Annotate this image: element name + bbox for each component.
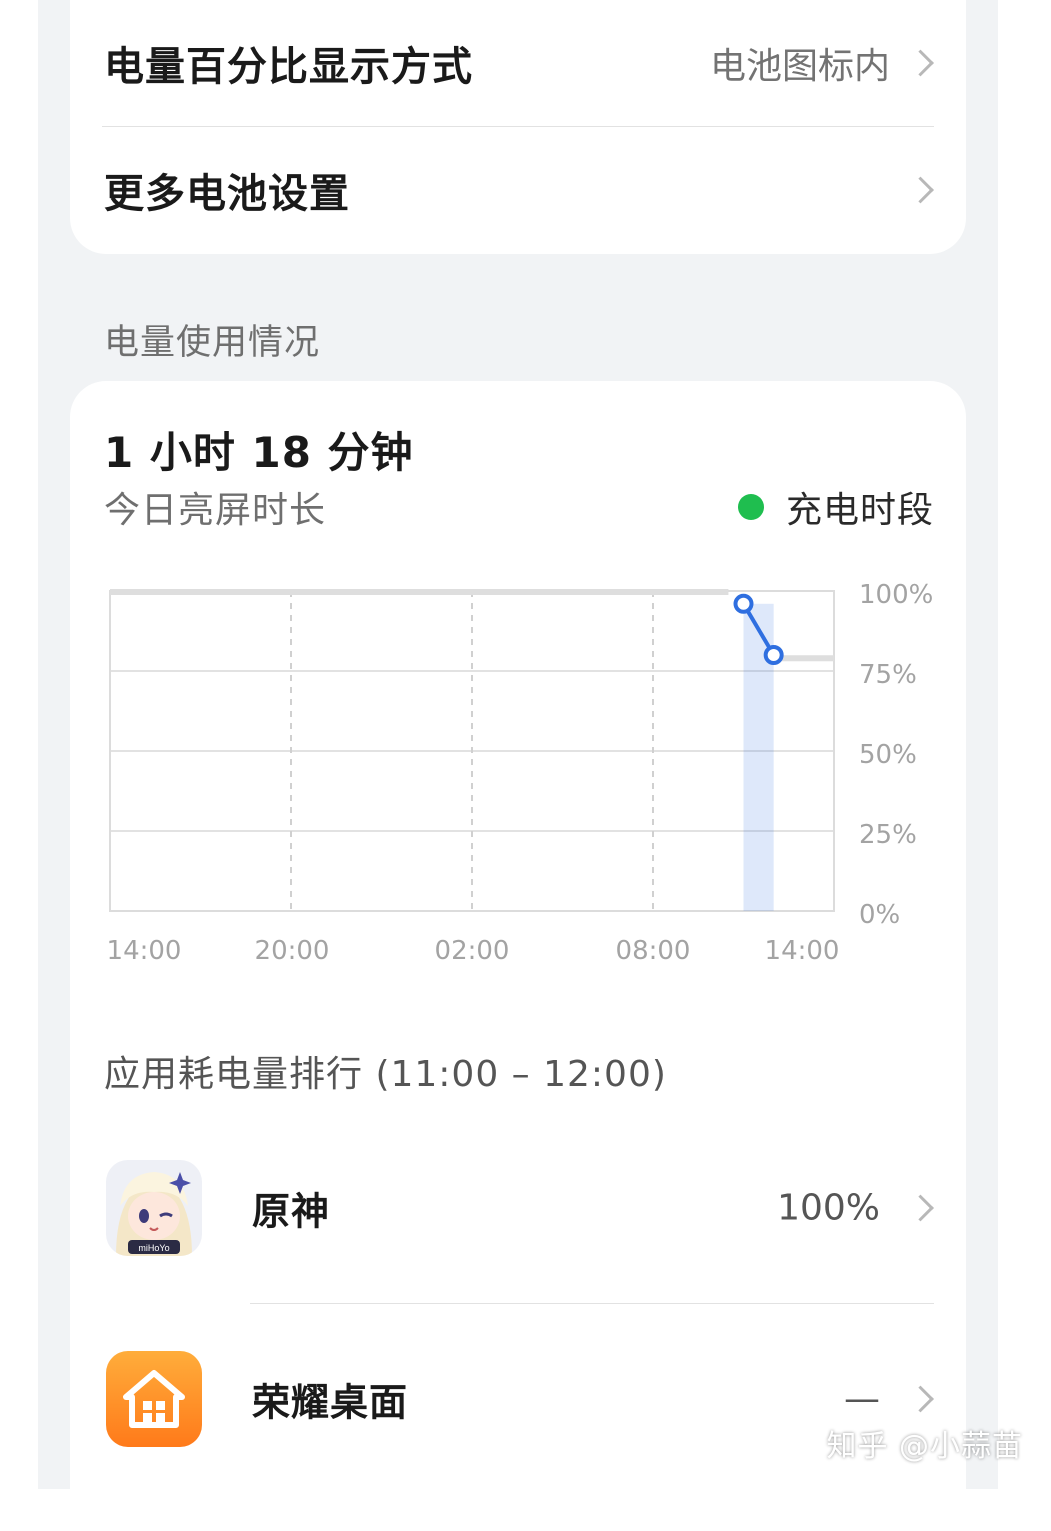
app-name: 荣耀桌面 — [252, 1380, 409, 1425]
svg-text:miHoYo: miHoYo — [138, 1243, 169, 1253]
more-battery-settings-row[interactable]: 更多电池设置 — [70, 127, 966, 253]
row-label: 更多电池设置 — [104, 171, 350, 217]
screen-time-label: 今日亮屏时长 — [104, 490, 327, 531]
screen-time-value: 1 小时 18 分钟 — [104, 428, 414, 477]
watermark: 知乎 @小蒜苗 — [826, 1429, 1023, 1464]
app-usage-value: 100% — [777, 1187, 880, 1229]
chevron-right-icon — [907, 1194, 934, 1222]
honor-home-app-icon — [106, 1351, 202, 1447]
battery-point — [733, 593, 754, 614]
x-tick-label: 14:00 — [765, 936, 840, 966]
legend-label: 充电时段 — [785, 490, 934, 531]
app-row-genshin[interactable]: miHoYo 原神 100% — [70, 1113, 966, 1303]
battery-level-chart[interactable]: 100% 75% 50% 25% 0% 14:00 20:00 02:00 08:00 14:00 — [70, 571, 966, 971]
battery-point — [763, 645, 784, 665]
battery-level-chart-svg: 100% 75% 50% 25% 0% 14:00 20:00 02:00 08:00 14:00 — [107, 580, 934, 966]
x-tick-label: 20:00 — [255, 936, 330, 966]
section-title: 电量使用情况 — [104, 323, 321, 363]
chevron-right-icon — [907, 49, 934, 77]
y-tick-label: 0% — [859, 900, 900, 930]
y-tick-label: 75% — [859, 660, 917, 690]
battery-settings-card: 电量百分比显示方式 电池图标内 更多电池设置 — [70, 0, 966, 254]
y-tick-label: 25% — [859, 820, 917, 850]
battery-usage-card: 1 小时 18 分钟 今日亮屏时长 充电时段 100% 75% 50% 25% 0% 14… — [70, 381, 966, 1531]
app-name: 原神 — [252, 1189, 331, 1234]
x-tick-label: 14:00 — [107, 936, 182, 966]
app-row-honor-home[interactable]: 荣耀桌面 — — [70, 1304, 966, 1494]
battery-settings-screen: 电量百分比显示方式 电池图标内 更多电池设置 电量使用情况 1 小时 18 分钟… — [38, 0, 998, 1531]
green-dot-icon — [737, 494, 764, 520]
y-tick-label: 50% — [859, 740, 917, 770]
app-ranking-title: 应用耗电量排行 (11:00 – 12:00) — [104, 1054, 667, 1095]
chevron-right-icon — [907, 1385, 934, 1413]
x-tick-label: 02:00 — [435, 936, 510, 966]
row-label: 电量百分比显示方式 — [104, 44, 473, 90]
chevron-right-icon — [907, 176, 934, 204]
row-value: 电池图标内 — [709, 46, 890, 87]
genshin-app-icon: miHoYo — [106, 1160, 202, 1256]
x-tick-label: 08:00 — [616, 936, 691, 966]
y-tick-label: 100% — [859, 580, 933, 610]
battery-percentage-display-row[interactable]: 电量百分比显示方式 电池图标内 — [70, 0, 966, 126]
charging-legend: 充电时段 — [737, 481, 934, 533]
app-usage-value: — — [844, 1378, 880, 1420]
